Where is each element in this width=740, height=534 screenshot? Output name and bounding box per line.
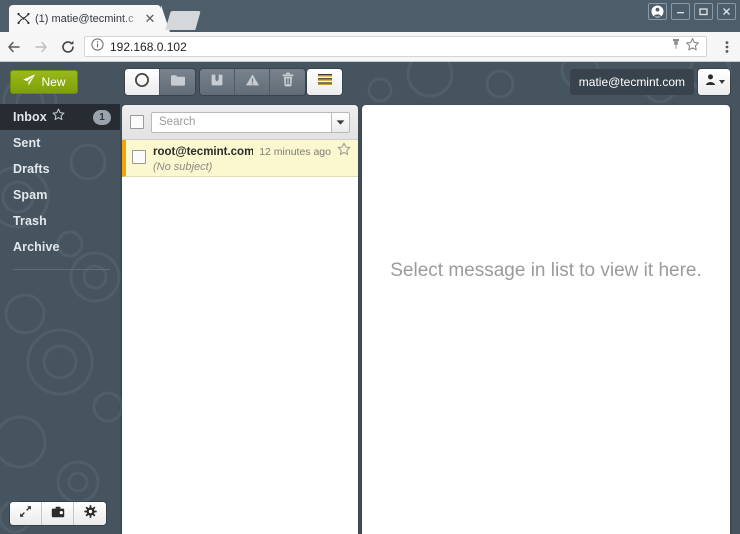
sidebar-item-label: Inbox xyxy=(13,110,47,124)
toolbar-group-3 xyxy=(307,69,342,95)
trash-icon xyxy=(281,72,295,92)
profile-avatar-icon[interactable] xyxy=(648,3,667,20)
browser-tab-strip: (1) matie@tecmint.c ✕ xyxy=(0,0,740,32)
message-sender: root@tecmint.com xyxy=(153,145,254,158)
page-viewport: New matie@tecmint.com Inbox 1 Sent Draft… xyxy=(0,62,740,534)
toolbar-group-1 xyxy=(125,69,195,95)
folders-button[interactable] xyxy=(42,502,74,525)
inbox-unread-badge: 1 xyxy=(93,109,111,125)
star-bookmark-icon[interactable] xyxy=(685,37,700,57)
archive-box-icon xyxy=(210,73,224,92)
folder-icon xyxy=(170,73,186,92)
junk-button[interactable] xyxy=(235,69,270,95)
search-input[interactable] xyxy=(151,111,331,133)
sidebar-item-trash[interactable]: Trash xyxy=(0,208,120,234)
select-all-checkbox[interactable] xyxy=(130,115,144,129)
message-checkbox[interactable] xyxy=(132,150,146,164)
user-email-label: matie@tecmint.com xyxy=(569,69,694,95)
collapse-folders-button[interactable] xyxy=(10,502,42,525)
briefcase-icon xyxy=(51,505,65,523)
sidebar-item-label: Archive xyxy=(13,240,60,254)
gear-icon xyxy=(83,504,97,523)
browser-tab[interactable]: (1) matie@tecmint.c ✕ xyxy=(9,5,170,32)
delete-button[interactable] xyxy=(270,69,305,95)
message-view-panel: Select message in list to view it here. xyxy=(362,105,730,534)
star-outline-icon[interactable] xyxy=(337,142,351,161)
three-dot-menu-icon[interactable] xyxy=(713,33,740,60)
compose-new-button[interactable]: New xyxy=(10,70,78,94)
maximize-icon[interactable] xyxy=(694,3,713,20)
window-close-icon[interactable] xyxy=(717,3,736,20)
archive-button[interactable] xyxy=(200,69,235,95)
back-arrow-icon[interactable] xyxy=(0,33,27,60)
paper-plane-icon xyxy=(22,73,36,92)
message-list-header xyxy=(122,105,358,140)
sidebar-item-inbox[interactable]: Inbox 1 xyxy=(0,104,120,130)
user-menu-button[interactable] xyxy=(698,69,730,95)
circle-outline-icon xyxy=(134,72,150,93)
window-controls xyxy=(648,3,736,20)
sidebar-item-label: Trash xyxy=(13,214,47,228)
person-icon xyxy=(704,73,717,91)
hamburger-list-icon xyxy=(317,73,333,91)
sidebar-item-sent[interactable]: Sent xyxy=(0,130,120,156)
star-outline-icon[interactable] xyxy=(52,108,65,126)
browser-tab-title: (1) matie@tecmint.c xyxy=(35,12,134,25)
message-date: 12 minutes ago xyxy=(259,145,331,158)
settings-button[interactable] xyxy=(74,502,106,525)
arrows-collapse-icon xyxy=(19,505,32,523)
compose-new-label: New xyxy=(41,75,66,89)
sidebar-item-archive[interactable]: Archive xyxy=(0,234,120,260)
toolbar-group-2 xyxy=(200,69,305,95)
browser-window: (1) matie@tecmint.c ✕ 192.168.0.102 New … xyxy=(0,0,740,534)
pin-icon[interactable] xyxy=(669,37,683,56)
message-meta-row: root@tecmint.com 12 minutes ago xyxy=(153,142,351,161)
chevron-down-icon xyxy=(718,80,725,84)
address-bar-actions xyxy=(669,37,700,57)
message-subject: (No subject) xyxy=(153,161,213,173)
user-area: matie@tecmint.com xyxy=(569,69,730,95)
new-tab-icon[interactable] xyxy=(165,11,201,30)
message-view-placeholder: Select message in list to view it here. xyxy=(390,260,702,281)
sidebar-item-drafts[interactable]: Drafts xyxy=(0,156,120,182)
search-box xyxy=(151,111,350,133)
mail-envelope-icon xyxy=(17,12,30,25)
minimize-icon[interactable] xyxy=(671,3,690,20)
more-options-button[interactable] xyxy=(307,69,342,95)
warning-triangle-icon xyxy=(245,73,260,92)
sidebar-footer-buttons xyxy=(10,502,106,525)
sidebar-item-label: Spam xyxy=(13,188,48,202)
sidebar-item-label: Sent xyxy=(13,136,41,150)
close-icon[interactable]: ✕ xyxy=(143,12,157,26)
chevron-down-icon xyxy=(336,113,345,131)
sidebar-item-label: Drafts xyxy=(13,162,50,176)
message-summary: root@tecmint.com 12 minutes ago (No subj… xyxy=(153,142,351,176)
page-info-icon[interactable] xyxy=(91,37,104,56)
sidebar-item-spam[interactable]: Spam xyxy=(0,182,120,208)
browser-nav-bar: 192.168.0.102 xyxy=(0,32,740,62)
address-bar-url: 192.168.0.102 xyxy=(110,39,187,54)
forward-arrow-icon xyxy=(27,33,54,60)
sidebar-divider xyxy=(13,269,110,270)
mark-button[interactable] xyxy=(125,69,160,95)
reload-icon[interactable] xyxy=(54,33,81,60)
app-toolbar: New matie@tecmint.com xyxy=(0,62,740,104)
address-bar[interactable]: 192.168.0.102 xyxy=(84,36,707,57)
folder-sidebar: Inbox 1 Sent Drafts Spam Trash Archive xyxy=(0,104,120,534)
message-list-panel: root@tecmint.com 12 minutes ago (No subj… xyxy=(122,105,358,534)
message-list-item[interactable]: root@tecmint.com 12 minutes ago (No subj… xyxy=(122,140,358,177)
move-to-folder-button[interactable] xyxy=(160,69,195,95)
search-options-button[interactable] xyxy=(331,111,350,133)
